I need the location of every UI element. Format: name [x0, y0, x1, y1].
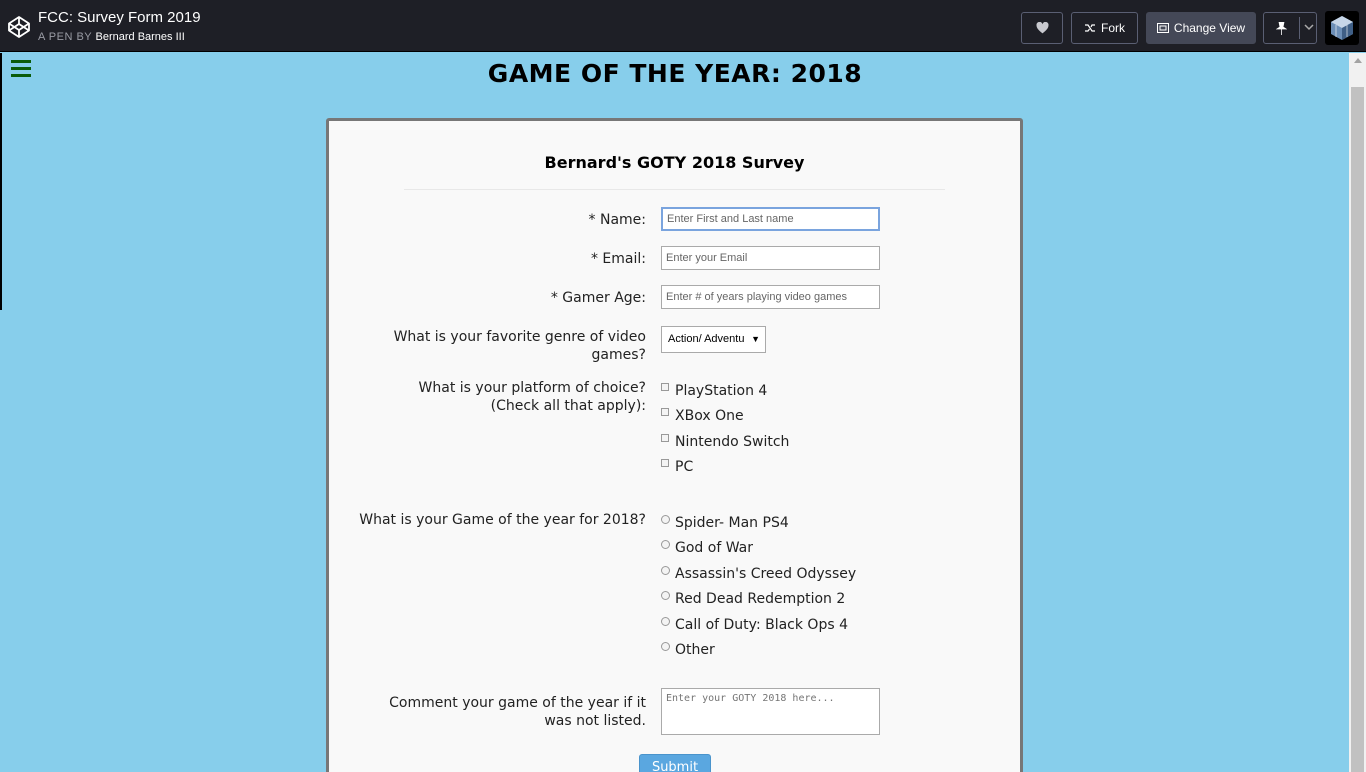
page-title: GAME OF THE YEAR: 2018 [487, 59, 863, 88]
genre-label: What is your favorite genre of video gam… [394, 328, 646, 364]
comment-textarea[interactable] [661, 688, 880, 735]
radio-button[interactable] [661, 590, 670, 600]
platform-label-line2: (Check all that apply): [490, 398, 646, 414]
name-input[interactable] [661, 207, 880, 231]
goty-label: What is your Game of the year for 2018? [359, 512, 646, 528]
codepen-logo-icon[interactable] [7, 15, 31, 39]
platform-label-line1: What is your platform of choice? [418, 380, 646, 396]
title-divider [404, 189, 945, 190]
radio-button[interactable] [661, 641, 670, 651]
pen-author-link[interactable]: Bernard Barnes III [96, 31, 185, 43]
email-input[interactable] [661, 246, 880, 270]
pin-icon [1276, 21, 1287, 35]
gamer-age-label: * Gamer Age: [550, 290, 646, 306]
goty-option-label: Spider- Man PS4 [675, 515, 789, 531]
codepen-header: FCC: Survey Form 2019 A PEN BY Bernard B… [0, 0, 1366, 52]
goty-option[interactable]: God of War [661, 539, 753, 556]
platform-option-label: PlayStation 4 [675, 383, 768, 399]
goty-option[interactable]: Other [661, 641, 715, 658]
pin-button[interactable] [1263, 12, 1317, 44]
radio-button[interactable] [661, 616, 670, 626]
checkbox[interactable] [661, 459, 669, 467]
dropdown-arrow-icon: ▼ [751, 334, 760, 344]
goty-option-label: Other [675, 642, 715, 658]
survey-title: Bernard's GOTY 2018 Survey [544, 153, 805, 172]
platform-option-label: Nintendo Switch [675, 434, 790, 450]
pin-divider [1299, 17, 1300, 39]
comment-label-line1: Comment your game of the year if it [389, 695, 646, 711]
platform-label: What is your platform of choice? (Check … [419, 379, 646, 415]
goty-option[interactable]: Assassin's Creed Odyssey [661, 565, 857, 582]
comment-label-line2: was not listed. [544, 713, 646, 729]
radio-button[interactable] [661, 565, 670, 575]
survey-form: Bernard's GOTY 2018 Survey * Name: * Ema… [326, 118, 1023, 772]
genre-label-line1: What is your favorite genre of video [393, 329, 646, 345]
goty-option[interactable]: Red Dead Redemption 2 [661, 590, 846, 607]
goty-option-label: Call of Duty: Black Ops 4 [675, 617, 848, 633]
goty-option[interactable]: Spider- Man PS4 [661, 514, 789, 531]
scroll-up-arrow-icon[interactable] [1354, 58, 1362, 63]
genre-label-line2: games? [591, 347, 646, 363]
fork-label: Fork [1101, 21, 1125, 35]
comment-label: Comment your game of the year if it was … [389, 694, 646, 730]
goty-option[interactable]: Call of Duty: Black Ops 4 [661, 616, 848, 633]
checkbox[interactable] [661, 408, 669, 416]
platform-option-ps4[interactable]: PlayStation 4 [661, 383, 767, 399]
vertical-scrollbar[interactable] [1349, 53, 1366, 772]
pen-by-prefix: A PEN BY [38, 31, 92, 43]
pen-title[interactable]: FCC: Survey Form 2019 [38, 9, 201, 26]
submit-button[interactable]: Submit [639, 754, 711, 772]
genre-selected-value: Action/ Adventu [668, 333, 745, 345]
gamer-age-input[interactable] [661, 285, 880, 309]
pen-byline: A PEN BY Bernard Barnes III [38, 31, 185, 43]
platform-option-label: PC [675, 459, 694, 475]
checkbox[interactable] [661, 383, 669, 391]
change-view-icon [1156, 23, 1169, 33]
chevron-down-icon[interactable] [1304, 21, 1314, 33]
user-avatar[interactable] [1325, 11, 1359, 45]
heart-icon [1036, 22, 1048, 34]
radio-button[interactable] [661, 514, 670, 524]
change-view-label: Change View [1173, 21, 1246, 35]
scrollbar-thumb[interactable] [1351, 87, 1364, 772]
fork-button[interactable]: Fork [1071, 12, 1138, 44]
name-label: * Name: [588, 212, 646, 228]
genre-select[interactable]: Action/ Adventu ▼ [661, 326, 766, 353]
email-label: * Email: [590, 251, 646, 267]
radio-button[interactable] [661, 539, 670, 549]
heart-button[interactable] [1021, 12, 1063, 44]
platform-option-label: XBox One [675, 408, 744, 424]
platform-option-xbox[interactable]: XBox One [661, 408, 744, 424]
goty-option-label: God of War [675, 540, 753, 556]
change-view-button[interactable]: Change View [1146, 12, 1256, 44]
platform-option-switch[interactable]: Nintendo Switch [661, 434, 789, 450]
goty-option-label: Assassin's Creed Odyssey [675, 566, 857, 582]
fork-icon [1085, 24, 1095, 32]
checkbox[interactable] [661, 434, 669, 442]
left-edge-divider [0, 53, 2, 310]
platform-option-pc[interactable]: PC [661, 459, 693, 475]
goty-option-label: Red Dead Redemption 2 [675, 591, 846, 607]
